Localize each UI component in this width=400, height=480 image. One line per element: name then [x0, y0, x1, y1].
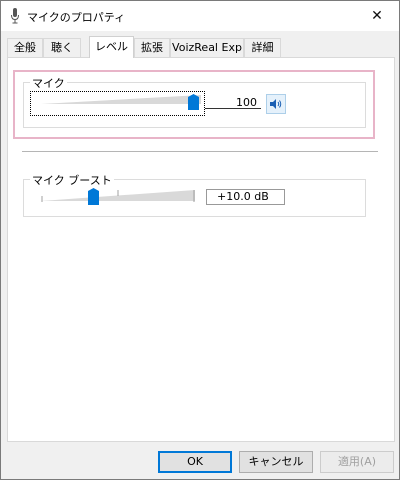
section-separator: [22, 151, 378, 152]
tab-listen[interactable]: 聴く: [43, 38, 81, 57]
tab-voizreal-exp[interactable]: VoizReal Exp: [170, 38, 244, 57]
apply-button[interactable]: 適用(A): [320, 451, 394, 473]
speaker-icon: [270, 99, 282, 109]
mic-group-title: マイク: [30, 75, 67, 91]
tab-advanced[interactable]: 詳細: [244, 38, 281, 57]
tab-enhancements[interactable]: 拡張: [134, 38, 170, 57]
close-button[interactable]: ✕: [355, 1, 399, 31]
mute-button[interactable]: [266, 94, 286, 114]
ok-button[interactable]: OK: [158, 451, 232, 473]
window-title: マイクのプロパティ: [27, 11, 126, 24]
cancel-button[interactable]: キャンセル: [239, 451, 313, 473]
properties-window: マイクのプロパティ ✕ 全般 聴く レベル 拡張 VoizReal Exp 詳細…: [0, 0, 400, 480]
title-bar[interactable]: マイクのプロパティ ✕: [1, 1, 399, 31]
microphone-icon: [11, 8, 19, 24]
tab-general[interactable]: 全般: [7, 38, 43, 57]
mic-slider-thumb[interactable]: [188, 94, 199, 110]
boost-value-box: +10.0 dB: [206, 189, 285, 205]
tab-levels[interactable]: レベル: [89, 36, 134, 58]
mic-level-value: 100: [236, 96, 257, 109]
tab-strip: 全般 聴く レベル 拡張 VoizReal Exp 詳細: [7, 36, 397, 58]
boost-slider[interactable]: [41, 188, 195, 203]
mic-slider-track: [41, 95, 201, 104]
boost-slider-thumb[interactable]: [87, 188, 99, 205]
close-icon: ✕: [371, 8, 383, 24]
boost-group-title: マイク ブースト: [30, 172, 114, 188]
